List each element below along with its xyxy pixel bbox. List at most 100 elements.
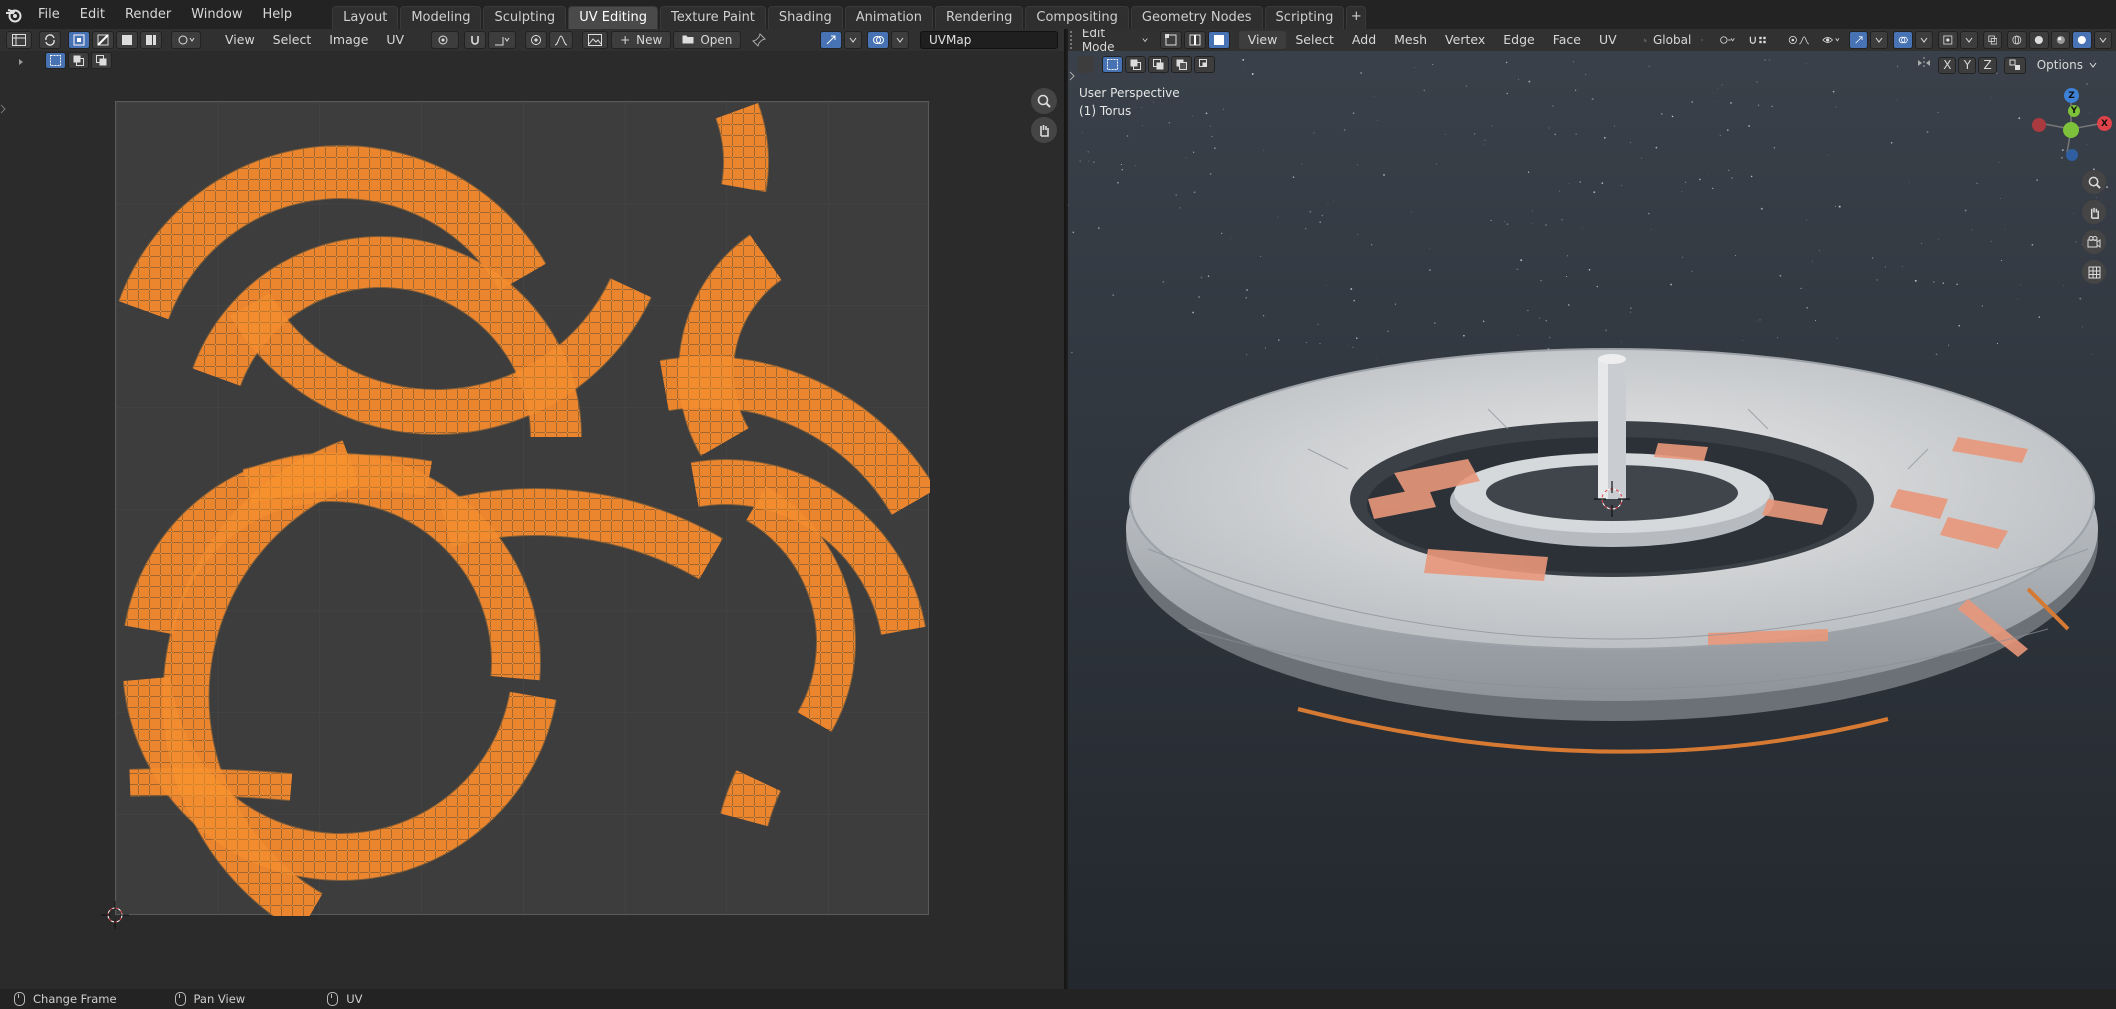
ortho-grid-icon[interactable]	[2082, 260, 2106, 284]
options-dropdown[interactable]: Options	[2033, 57, 2101, 74]
pivot-point-dropdown[interactable]	[431, 31, 460, 49]
edge-select-mode-icon[interactable]	[92, 31, 114, 49]
add-workspace-button[interactable]: +	[1346, 6, 1367, 29]
gizmo-x-axis[interactable]: X	[2097, 116, 2112, 131]
camera-view-icon[interactable]	[2082, 230, 2106, 254]
vp-snap-icon[interactable]	[1744, 31, 1773, 49]
snap-target-dropdown[interactable]	[488, 31, 517, 49]
vp-overlay-dropdown[interactable]	[1915, 31, 1933, 49]
vp-menu-add[interactable]: Add	[1343, 29, 1385, 51]
uv-gizmo-dropdown[interactable]	[844, 31, 862, 49]
vp-select-subtract-icon[interactable]	[1148, 56, 1169, 73]
tab-texture-paint[interactable]: Texture Paint	[660, 6, 766, 29]
select-subtract-mode-icon[interactable]	[91, 52, 112, 69]
tab-layout[interactable]: Layout	[332, 6, 399, 29]
shading-rendered-icon[interactable]	[2072, 31, 2093, 49]
vp-menu-select[interactable]: Select	[1286, 29, 1343, 51]
vp-gizmo-toggle-icon[interactable]	[1848, 31, 1869, 49]
tab-compositing[interactable]: Compositing	[1025, 6, 1129, 29]
vp-gizmo-dropdown[interactable]	[1870, 31, 1889, 49]
uv-image-canvas[interactable]	[115, 101, 937, 934]
gizmo-neg-z-ball[interactable]	[2066, 149, 2078, 161]
vp-select-invert-icon[interactable]	[1171, 56, 1192, 73]
editor-type-button[interactable]	[6, 31, 32, 49]
uv-menu-uv[interactable]: UV	[377, 29, 413, 51]
3d-viewport[interactable]: Edit Mode View Select Add Mesh Vertex Ed…	[1068, 29, 2116, 989]
shading-dropdown[interactable]	[2094, 31, 2113, 49]
snap-toggle-icon[interactable]	[464, 31, 487, 49]
shading-solid-icon[interactable]	[2029, 31, 2049, 49]
vp-select-extend-icon[interactable]	[1125, 56, 1146, 73]
pin-icon[interactable]	[752, 33, 767, 47]
blender-logo-icon[interactable]	[0, 0, 28, 29]
shading-material-icon[interactable]	[2050, 31, 2071, 49]
uv-menu-image[interactable]: Image	[320, 29, 377, 51]
image-browse-icon[interactable]	[582, 31, 609, 49]
vp-menu-mesh[interactable]: Mesh	[1385, 29, 1436, 51]
mirror-x-button[interactable]: X	[1938, 56, 1957, 74]
new-image-button[interactable]: + New	[611, 31, 672, 49]
header-drag-handle[interactable]	[1070, 31, 1077, 49]
select-extend-mode-icon[interactable]	[68, 52, 89, 69]
gizmo-y-axis[interactable]: Y	[2068, 105, 2080, 117]
mode-selector[interactable]: Edit Mode	[1078, 29, 1152, 54]
vp-toolbar-arrow-icon[interactable]	[1069, 70, 1075, 85]
visibility-eye-icon[interactable]	[1818, 31, 1847, 49]
vp-zoom-icon[interactable]	[2082, 170, 2106, 194]
vp-menu-vertex[interactable]: Vertex	[1436, 29, 1494, 51]
vp-menu-uv[interactable]: UV	[1590, 29, 1626, 51]
toolbar-collapse-arrow-icon[interactable]	[0, 103, 6, 118]
tab-animation[interactable]: Animation	[844, 6, 933, 29]
uvmap-name-field[interactable]: UVMap	[920, 31, 1058, 49]
uv-gizmo-toggle-icon[interactable]	[820, 31, 842, 49]
tab-rendering[interactable]: Rendering	[935, 6, 1024, 29]
shading-wireframe-icon[interactable]	[2007, 31, 2028, 49]
vp-menu-face[interactable]: Face	[1544, 29, 1590, 51]
uv-overlay-toggle-icon[interactable]	[867, 31, 889, 49]
proportional-editing-icon[interactable]	[525, 31, 548, 49]
menu-window[interactable]: Window	[181, 0, 252, 29]
vp-pan-hand-icon[interactable]	[2082, 200, 2106, 224]
mirror-z-button[interactable]: Z	[1978, 56, 1997, 74]
vp-proportional-icon[interactable]	[1784, 31, 1816, 49]
navigation-gizmo[interactable]: Z X Y	[2032, 87, 2112, 161]
menu-edit[interactable]: Edit	[70, 0, 115, 29]
gizmo-neg-x-ball[interactable]	[2032, 118, 2046, 132]
tab-shading[interactable]: Shading	[767, 6, 843, 29]
island-select-mode-icon[interactable]	[140, 31, 162, 49]
face-select-icon[interactable]	[1207, 31, 1230, 49]
select-box-mode-icon[interactable]	[45, 52, 66, 69]
mesh-edit-overlay-dropdown[interactable]	[1959, 31, 1978, 49]
pan-view-hand-icon[interactable]	[1031, 117, 1057, 143]
tab-modeling[interactable]: Modeling	[400, 6, 482, 29]
vp-select-new-icon[interactable]	[1102, 56, 1123, 73]
proportional-falloff-icon[interactable]	[549, 31, 574, 49]
vertex-select-icon[interactable]	[1159, 31, 1182, 49]
gizmo-neg-y-ball[interactable]	[2063, 122, 2079, 138]
tool-settings-icon[interactable]	[1078, 56, 1094, 73]
mesh-edit-overlay-icon[interactable]	[1938, 31, 1958, 49]
xray-toggle-icon[interactable]	[1982, 31, 2003, 49]
tab-uv-editing[interactable]: UV Editing	[568, 6, 659, 29]
uv-sync-selection-icon[interactable]	[39, 31, 61, 49]
vp-menu-view[interactable]: View	[1238, 31, 1287, 49]
auto-merge-icon[interactable]	[2003, 56, 2026, 74]
transform-orientation-dropdown[interactable]: Global	[1640, 31, 1708, 49]
uv-menu-view[interactable]: View	[216, 29, 264, 51]
uv-menu-select[interactable]: Select	[264, 29, 321, 51]
sticky-selection-dropdown[interactable]	[171, 31, 201, 49]
tab-scripting[interactable]: Scripting	[1264, 6, 1345, 29]
zoom-view-icon[interactable]	[1031, 88, 1057, 114]
open-image-button[interactable]: Open	[673, 31, 742, 49]
mirror-y-button[interactable]: Y	[1958, 56, 1977, 74]
vp-overlay-toggle-icon[interactable]	[1893, 31, 1913, 49]
vp-menu-edge[interactable]: Edge	[1494, 29, 1543, 51]
sidebar-expand-arrow-icon[interactable]	[17, 55, 25, 70]
edge-select-icon[interactable]	[1183, 31, 1206, 49]
vertex-select-mode-icon[interactable]	[68, 31, 90, 49]
tab-sculpting[interactable]: Sculpting	[483, 6, 567, 29]
menu-help[interactable]: Help	[253, 0, 303, 29]
tab-geometry-nodes[interactable]: Geometry Nodes	[1130, 6, 1263, 29]
uv-overlay-dropdown[interactable]	[891, 31, 909, 49]
gizmo-z-axis[interactable]: Z	[2064, 88, 2079, 103]
